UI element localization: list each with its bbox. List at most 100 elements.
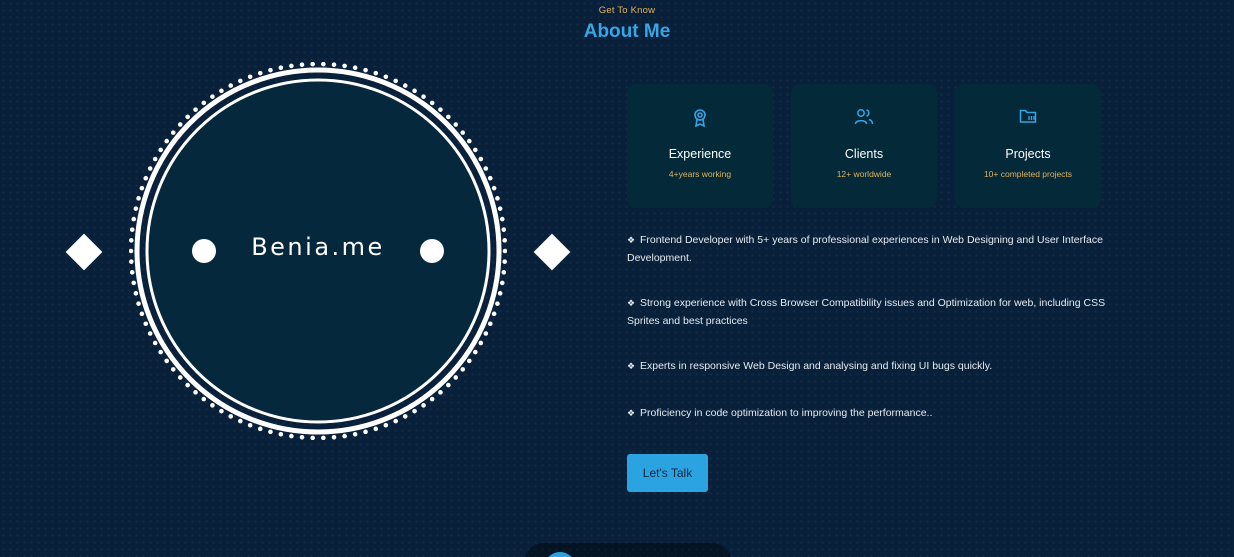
dial-ring-dot <box>446 382 451 388</box>
dial-ring-dot <box>257 70 263 76</box>
dial-ring-dot <box>139 185 145 191</box>
dial-ring-dot <box>412 88 417 94</box>
dial-ring-dot <box>210 94 215 99</box>
dial-ring-dot <box>299 435 305 440</box>
dial-ring-dot <box>193 107 198 112</box>
dial-ring-dot <box>342 433 347 439</box>
dial-ring-dot <box>487 175 493 181</box>
dial-ring-dot <box>219 88 224 94</box>
dial-ring-dot <box>466 138 472 144</box>
dial-ring-dot <box>460 130 466 135</box>
brand-dial: Benia.me <box>129 62 507 440</box>
dial-ring-dot <box>136 196 141 201</box>
dial-ring-dot <box>402 83 408 88</box>
dial-ring-dot <box>487 321 493 327</box>
dial-ring-dot <box>147 331 153 336</box>
dial-ring-dot <box>177 122 183 127</box>
dial-ring-dot <box>478 340 484 346</box>
dial-ring-dot <box>352 65 358 71</box>
dial-ring-dot <box>363 67 368 73</box>
dial-ring-dot <box>491 311 497 317</box>
dial-ring-dot <box>177 375 183 380</box>
bullet-diamond-icon: ❖ <box>627 299 636 309</box>
dial-ring-dot <box>491 185 497 191</box>
dial-ring-dot <box>497 206 503 211</box>
dial-ring-dot <box>131 280 137 286</box>
dial-ring-dot <box>501 227 507 232</box>
dial-ring-dot <box>164 138 170 144</box>
card-title: Experience <box>668 147 732 161</box>
dial-ring-dot <box>460 367 466 372</box>
dial-ring-dot <box>453 122 459 127</box>
dial-ring-dot <box>247 74 253 80</box>
dial-ring-dot <box>310 62 315 67</box>
dial-ring-dot <box>429 396 435 402</box>
dial-ring-dot <box>247 422 253 428</box>
dial-ring-dot <box>228 414 234 419</box>
dial-ring-dot <box>133 206 139 211</box>
bottom-nav <box>524 543 732 557</box>
section-title: About Me <box>583 21 671 42</box>
dial-ring-dot <box>158 349 163 355</box>
dial-ring-dot <box>201 100 207 106</box>
card-subtitle: 4+years working <box>668 169 732 179</box>
dial-ring-dot <box>402 414 408 419</box>
dial-ring-dot <box>363 429 368 435</box>
card-projects: Projects 10+ completed projects <box>955 84 1101 208</box>
dial-ring-dot <box>152 156 158 162</box>
dial-ring-dot <box>268 67 273 73</box>
dial-ring-dot <box>446 114 451 120</box>
dial-ring-dot <box>483 166 489 171</box>
dial-ring-dot <box>497 291 503 296</box>
dial-ring-dot <box>499 216 505 222</box>
folder-icon <box>955 108 1101 128</box>
dial-ring-dot <box>238 78 243 84</box>
dial-ring-dot <box>421 403 426 408</box>
dial-ring-dot <box>129 270 135 275</box>
dial-ring-dot <box>289 63 294 69</box>
users-icon <box>791 108 937 128</box>
dial-ring-dot <box>133 291 139 296</box>
lets-talk-button[interactable]: Let's Talk <box>627 454 708 492</box>
dial-ring-dot <box>393 78 398 84</box>
dial-ring-dot <box>238 418 243 424</box>
dial-ring-dot <box>412 408 417 414</box>
dial-ring-dot <box>342 63 347 69</box>
dial-ring-dot <box>331 62 337 67</box>
dial-ring-dot <box>453 375 459 380</box>
dial-ring-dot <box>321 435 326 440</box>
dial-ring-dot <box>373 426 379 432</box>
dial-ring-dot <box>170 130 176 135</box>
bullet-diamond-icon: ❖ <box>627 362 636 372</box>
dial-ring-dot <box>495 196 500 201</box>
dial-ring-dot <box>501 270 507 275</box>
card-subtitle: 10+ completed projects <box>983 169 1073 179</box>
bullet-text: Frontend Developer with 5+ years of prof… <box>627 234 1103 264</box>
dial-ring-dot <box>170 367 176 372</box>
dial-ring-dot <box>219 408 224 414</box>
right-diamond-icon <box>533 233 571 271</box>
dial-ring-dot <box>257 426 263 432</box>
dial-ring-dot <box>139 311 145 317</box>
dial-ring-dot <box>438 390 443 395</box>
section-eyebrow: Get To Know <box>598 5 656 16</box>
dial-ring-dot <box>429 100 435 106</box>
dial-ring-dot <box>483 331 489 336</box>
dial-ring-dot <box>147 166 153 171</box>
dial-ring-dot <box>321 62 326 67</box>
bullet-text: Experts in responsive Web Design and ana… <box>640 360 993 372</box>
bullet-diamond-icon: ❖ <box>627 409 636 419</box>
dial-ring-dot <box>136 301 141 306</box>
dial-ring-dot <box>143 321 149 327</box>
dial-ring-dot <box>499 280 505 286</box>
dial-ring-dot <box>152 340 158 346</box>
award-icon <box>627 108 773 128</box>
card-clients: Clients 12+ worldwide <box>791 84 937 208</box>
dial-ring-dot <box>383 422 389 428</box>
dial-ring-dot <box>201 396 207 402</box>
card-subtitle: 12+ worldwide <box>836 169 892 179</box>
left-diamond-icon <box>65 233 103 271</box>
nav-home-button[interactable] <box>544 552 576 557</box>
dial-ring-dot <box>473 147 478 153</box>
bullet-text: Strong experience with Cross Browser Com… <box>627 297 1106 327</box>
